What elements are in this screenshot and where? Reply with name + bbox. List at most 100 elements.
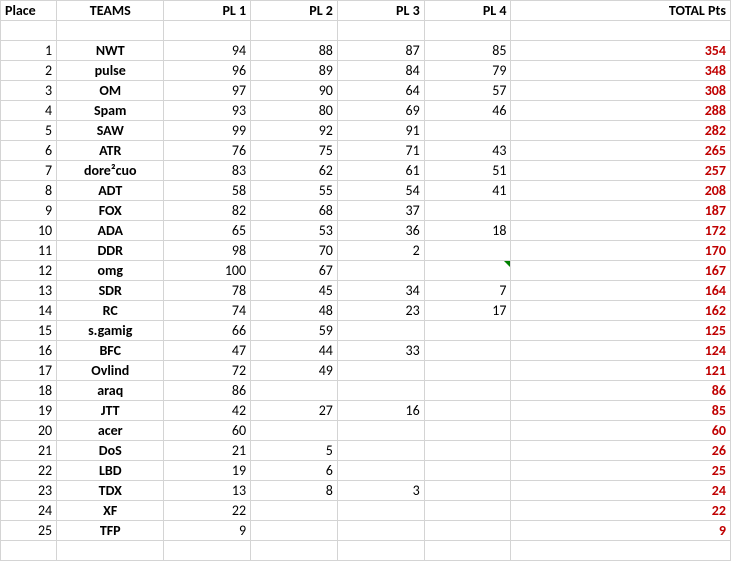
total-cell: 288: [511, 101, 731, 121]
table-row: 19JTT42271685: [1, 401, 731, 421]
header-place: Place: [1, 1, 57, 21]
table-row: 22LBD19625: [1, 461, 731, 481]
pl2-cell: [251, 421, 338, 441]
table-row: 7dore²cuo83626151257: [1, 161, 731, 181]
pl1-cell: 76: [164, 141, 251, 161]
place-cell: 5: [1, 121, 57, 141]
spacer-row: [1, 21, 731, 41]
table-row: 6ATR76757143265: [1, 141, 731, 161]
pl1-cell: 42: [164, 401, 251, 421]
place-cell: 17: [1, 361, 57, 381]
table-row: 12omg10067167: [1, 261, 731, 281]
pl2-cell: [251, 521, 338, 541]
table-row: 4Spam93806946288: [1, 101, 731, 121]
pl3-cell: 3: [337, 481, 424, 501]
team-cell: ATR: [57, 141, 164, 161]
pl3-cell: [337, 361, 424, 381]
pl3-cell: [337, 461, 424, 481]
pl2-cell: 53: [251, 221, 338, 241]
pl3-cell: 87: [337, 41, 424, 61]
total-cell: 282: [511, 121, 731, 141]
pl1-cell: 74: [164, 301, 251, 321]
pl2-cell: 62: [251, 161, 338, 181]
team-cell: Spam: [57, 101, 164, 121]
place-cell: 2: [1, 61, 57, 81]
pl4-cell: 79: [424, 61, 511, 81]
pl3-cell: 69: [337, 101, 424, 121]
place-cell: 11: [1, 241, 57, 261]
pl4-cell: [424, 441, 511, 461]
place-cell: 23: [1, 481, 57, 501]
place-cell: 14: [1, 301, 57, 321]
pl2-cell: 90: [251, 81, 338, 101]
pl3-cell: 37: [337, 201, 424, 221]
team-cell: acer: [57, 421, 164, 441]
total-cell: 26: [511, 441, 731, 461]
total-cell: 25: [511, 461, 731, 481]
team-cell: DDR: [57, 241, 164, 261]
place-cell: 25: [1, 521, 57, 541]
pl2-cell: 48: [251, 301, 338, 321]
pl1-cell: 97: [164, 81, 251, 101]
pl3-cell: 36: [337, 221, 424, 241]
pl2-cell: 8: [251, 481, 338, 501]
table-row: 20acer6060: [1, 421, 731, 441]
total-cell: 354: [511, 41, 731, 61]
team-cell: dore²cuo: [57, 161, 164, 181]
pl3-cell: 23: [337, 301, 424, 321]
total-cell: 187: [511, 201, 731, 221]
pl4-cell: 85: [424, 41, 511, 61]
pl2-cell: 70: [251, 241, 338, 261]
total-cell: 121: [511, 361, 731, 381]
table-row: 1NWT94888785354: [1, 41, 731, 61]
pl3-cell: 64: [337, 81, 424, 101]
pl3-cell: 34: [337, 281, 424, 301]
pl3-cell: 91: [337, 121, 424, 141]
pl3-cell: 33: [337, 341, 424, 361]
total-cell: 9: [511, 521, 731, 541]
total-cell: 170: [511, 241, 731, 261]
pl4-cell: [424, 361, 511, 381]
total-cell: 125: [511, 321, 731, 341]
pl1-cell: 100: [164, 261, 251, 281]
pl4-cell: [424, 341, 511, 361]
pl4-cell: [424, 201, 511, 221]
pl4-cell: [424, 401, 511, 421]
table-row: 11DDR98702170: [1, 241, 731, 261]
team-cell: NWT: [57, 41, 164, 61]
place-cell: 9: [1, 201, 57, 221]
pl1-cell: 19: [164, 461, 251, 481]
pl1-cell: 9: [164, 521, 251, 541]
teams-table: Place TEAMS PL 1 PL 2 PL 3 PL 4 TOTAL Pt…: [0, 0, 731, 561]
pl3-cell: [337, 381, 424, 401]
pl3-cell: [337, 501, 424, 521]
total-cell: 308: [511, 81, 731, 101]
total-cell: 124: [511, 341, 731, 361]
team-cell: ADA: [57, 221, 164, 241]
pl4-cell: [424, 481, 511, 501]
pl1-cell: 47: [164, 341, 251, 361]
pl4-cell: 17: [424, 301, 511, 321]
pl1-cell: 72: [164, 361, 251, 381]
pl4-cell: 41: [424, 181, 511, 201]
team-cell: TFP: [57, 521, 164, 541]
pl2-cell: 55: [251, 181, 338, 201]
table-row: 23TDX138324: [1, 481, 731, 501]
pl2-cell: 89: [251, 61, 338, 81]
header-pl4: PL 4: [424, 1, 511, 21]
total-cell: 172: [511, 221, 731, 241]
place-cell: 4: [1, 101, 57, 121]
total-cell: 86: [511, 381, 731, 401]
table-row: 9FOX826837187: [1, 201, 731, 221]
header-pl2: PL 2: [251, 1, 338, 21]
table-row: 2pulse96898479348: [1, 61, 731, 81]
pl4-cell: 7: [424, 281, 511, 301]
table-row: 17Ovlind7249121: [1, 361, 731, 381]
team-cell: s.gamig: [57, 321, 164, 341]
pl2-cell: 44: [251, 341, 338, 361]
table-row: 18araq8686: [1, 381, 731, 401]
team-cell: SDR: [57, 281, 164, 301]
team-cell: JTT: [57, 401, 164, 421]
place-cell: 24: [1, 501, 57, 521]
pl1-cell: 60: [164, 421, 251, 441]
